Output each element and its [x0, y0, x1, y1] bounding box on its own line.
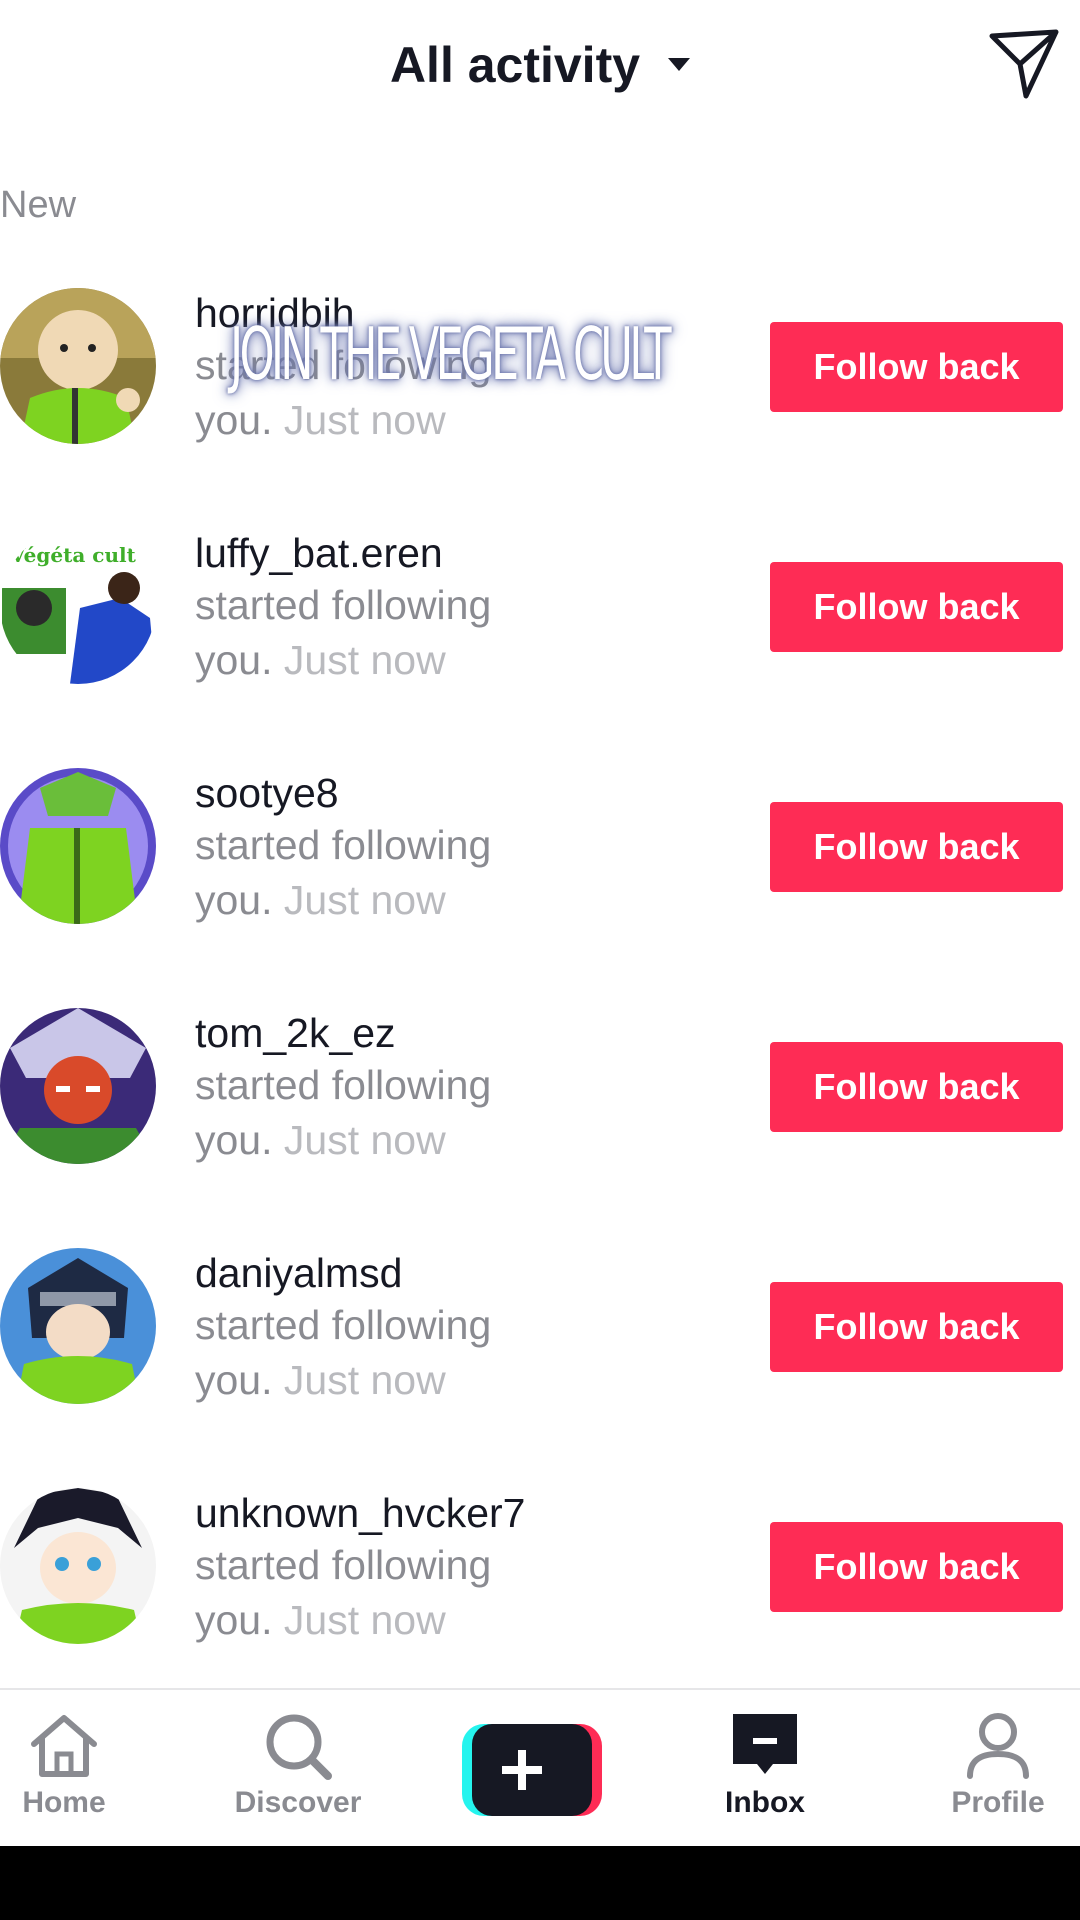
bottom-nav: Home Discover Inbox Profile [0, 1688, 1080, 1846]
follow-back-button[interactable]: Follow back [770, 1522, 1063, 1612]
profile-icon [967, 1713, 1029, 1779]
notification-text: unknown_hvcker7 started following you. J… [195, 1488, 755, 1648]
nav-label-inbox: Inbox [725, 1786, 805, 1819]
activity-filter-label: All activity [389, 37, 641, 93]
avatar[interactable] [0, 768, 156, 924]
notification-action: started following [195, 1542, 492, 1588]
notification-row[interactable]: sootye8 started following you. Just now … [0, 768, 1080, 968]
notification-time: you. Just now [195, 397, 446, 443]
send-icon[interactable] [986, 26, 1062, 102]
notification-row[interactable]: tom_2k_ez started following you. Just no… [0, 1008, 1080, 1208]
notification-text: sootye8 started following you. Just now [195, 768, 755, 928]
notification-text: daniyalmsd started following you. Just n… [195, 1248, 755, 1408]
avatar[interactable] [0, 288, 156, 444]
activity-filter-dropdown[interactable]: All activity [0, 36, 1080, 94]
nav-home[interactable]: Home [0, 1710, 144, 1820]
notification-action: started following [195, 582, 492, 628]
notification-action: started following [195, 822, 492, 868]
notification-row[interactable]: daniyalmsd started following you. Just n… [0, 1248, 1080, 1448]
avatar-caption: Végéta cult [9, 543, 137, 567]
nav-profile[interactable]: Profile [918, 1710, 1078, 1820]
avatar[interactable]: Végéta cult [0, 528, 156, 684]
follow-back-button[interactable]: Follow back [770, 562, 1063, 652]
notification-action: started following [195, 1062, 492, 1108]
username[interactable]: sootye8 [195, 768, 755, 818]
caret-down-icon [668, 58, 691, 72]
notification-row[interactable]: Végéta cult luffy_bat.eren started follo… [0, 528, 1080, 728]
create-button[interactable] [462, 1724, 602, 1816]
nav-discover[interactable]: Discover [218, 1710, 378, 1820]
username[interactable]: tom_2k_ez [195, 1008, 755, 1058]
username[interactable]: unknown_hvcker7 [195, 1488, 755, 1538]
notification-time: you. Just now [195, 1597, 446, 1643]
system-navigation-bar [0, 1846, 1080, 1920]
notification-time: you. Just now [195, 1357, 446, 1403]
nav-label-discover: Discover [234, 1786, 362, 1819]
follow-back-button[interactable]: Follow back [770, 1042, 1063, 1132]
nav-label-profile: Profile [951, 1786, 1045, 1819]
username[interactable]: luffy_bat.eren [195, 528, 755, 578]
notification-time: you. Just now [195, 637, 446, 683]
avatar[interactable] [0, 1248, 156, 1404]
section-label-new: New [0, 184, 77, 226]
search-icon [266, 1714, 332, 1780]
avatar[interactable] [0, 1008, 156, 1164]
notification-row[interactable]: unknown_hvcker7 started following you. J… [0, 1488, 1080, 1688]
follow-back-button[interactable]: Follow back [770, 322, 1063, 412]
notification-time: you. Just now [195, 877, 446, 923]
notification-time: you. Just now [195, 1117, 446, 1163]
follow-back-button[interactable]: Follow back [770, 802, 1063, 892]
notification-text: luffy_bat.eren started following you. Ju… [195, 528, 755, 688]
nav-inbox[interactable]: Inbox [685, 1710, 845, 1820]
home-icon [31, 1715, 97, 1777]
username[interactable]: daniyalmsd [195, 1248, 755, 1298]
overlay-caption: JOIN THE VEGETA CULT [230, 312, 672, 396]
follow-back-button[interactable]: Follow back [770, 1282, 1063, 1372]
avatar[interactable] [0, 1488, 156, 1644]
inbox-icon [733, 1714, 797, 1774]
notification-text: tom_2k_ez started following you. Just no… [195, 1008, 755, 1168]
nav-label-home: Home [22, 1786, 106, 1819]
notification-action: started following [195, 1302, 492, 1348]
header: All activity [0, 0, 1080, 140]
